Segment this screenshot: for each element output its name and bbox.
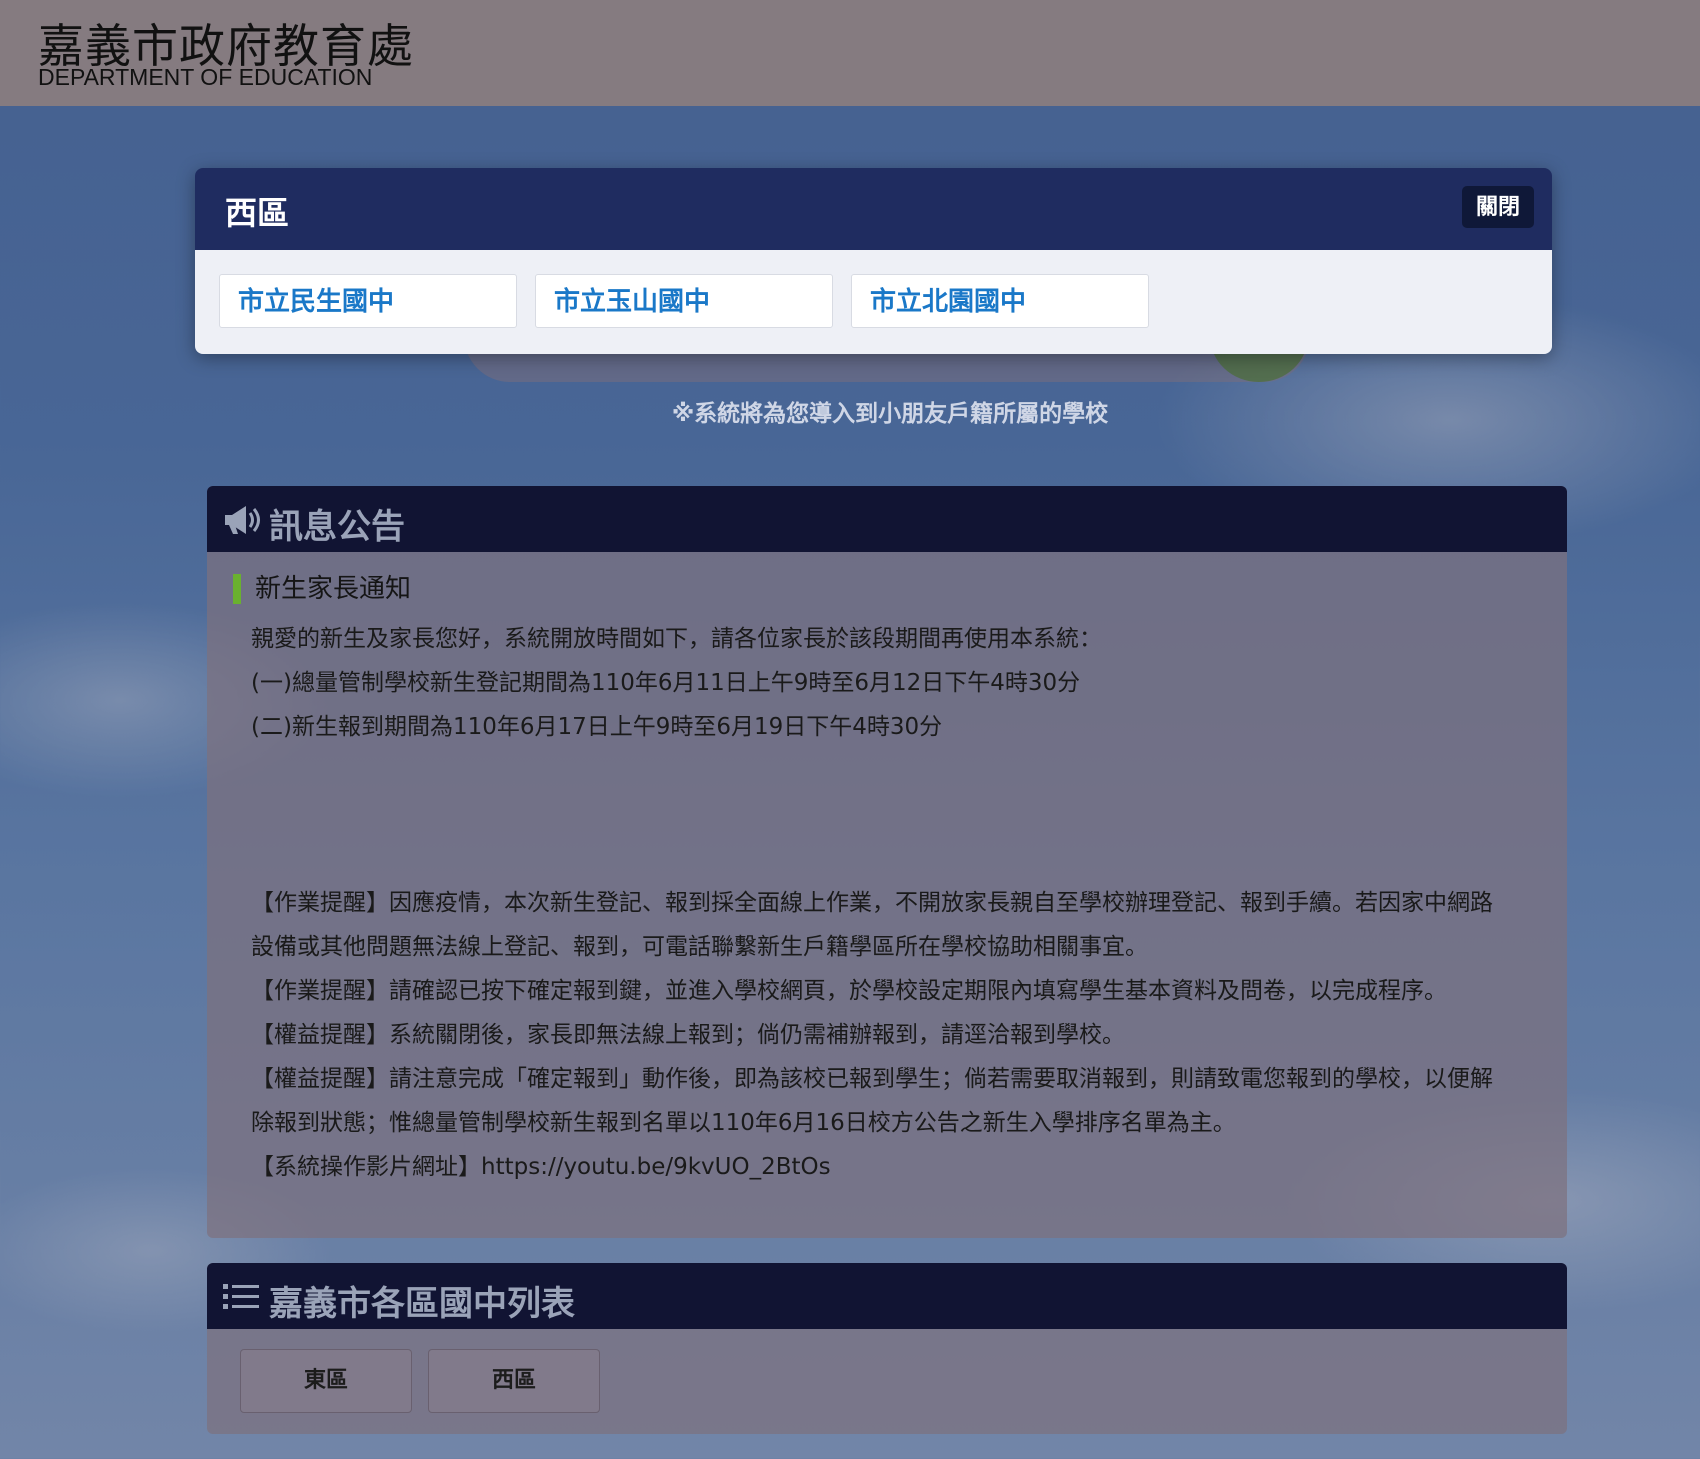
search-hint: ※系統將為您導入到小朋友戶籍所屬的學校 [671, 401, 1109, 427]
district-modal: 西區 關閉 市立民生國中 市立玉山國中 市立北園國中 [195, 168, 1552, 354]
reminder-line: 【作業提醒】因應疫情，本次新生登記、報到採全面線上作業，不開放家長親自至學校辦理… [251, 890, 1493, 916]
zone-button-east[interactable]: 東區 [240, 1349, 412, 1413]
list-icon [223, 1284, 259, 1309]
announcement-title: 訊息公告 [269, 507, 405, 547]
school-list-title: 嘉義市各區國中列表 [269, 1284, 575, 1324]
close-button[interactable]: 關閉 [1461, 186, 1534, 228]
school-button-yushan[interactable]: 市立玉山國中 [535, 274, 833, 328]
announcement-header: 訊息公告 [207, 486, 1567, 552]
notice-line: (二)新生報到期間為110年6月17日上午9時至6月19日下午4時30分 [251, 714, 943, 740]
school-button-beiyuan[interactable]: 市立北園國中 [851, 274, 1149, 328]
announcement-panel: 訊息公告 新生家長通知 親愛的新生及家長您好，系統開放時間如下，請各位家長於該段… [207, 486, 1567, 1238]
school-list-header: 嘉義市各區國中列表 [207, 1263, 1567, 1329]
reminder-line: 【作業提醒】請確認已按下確定報到鍵，並進入學校網頁，於學校設定期限內填寫學生基本… [251, 978, 1447, 1004]
notice-line: (一)總量管制學校新生登記期間為110年6月11日上午9時至6月12日下午4時3… [251, 670, 1081, 696]
zone-button-west[interactable]: 西區 [428, 1349, 600, 1413]
modal-title: 西區 [225, 194, 290, 232]
modal-header: 西區 關閉 [195, 168, 1552, 250]
school-button-minsheng[interactable]: 市立民生國中 [219, 274, 517, 328]
reminder-line: 除報到狀態；惟總量管制學校新生報到名單以110年6月16日校方公告之新生入學排序… [251, 1110, 1236, 1136]
site-subtitle: DEPARTMENT OF EDUCATION [38, 64, 373, 90]
reminder-line: 設備或其他問題無法線上登記、報到，可電話聯繫新生戶籍學區所在學校協助相關事宜。 [251, 934, 1148, 960]
modal-body: 市立民生國中 市立玉山國中 市立北園國中 [195, 250, 1552, 354]
video-link[interactable]: 【系統操作影片網址】https://youtu.be/9kvUO_2BtOs [251, 1152, 1551, 1182]
megaphone-icon [225, 506, 260, 534]
site-header: 嘉義市政府教育處 DEPARTMENT OF EDUCATION [0, 0, 1700, 106]
notice-title: 新生家長通知 [233, 574, 411, 604]
school-list-panel: 嘉義市各區國中列表 東區 西區 [207, 1263, 1567, 1434]
reminder-line: 【權益提醒】請注意完成「確定報到」動作後，即為該校已報到學生；倘若需要取消報到，… [251, 1066, 1493, 1092]
notice-line: 親愛的新生及家長您好，系統開放時間如下，請各位家長於該段期間再使用本系統： [251, 626, 1102, 652]
reminder-line: 【權益提醒】系統關閉後，家長即無法線上報到；倘仍需補辦報到，請逕洽報到學校。 [251, 1022, 1125, 1048]
